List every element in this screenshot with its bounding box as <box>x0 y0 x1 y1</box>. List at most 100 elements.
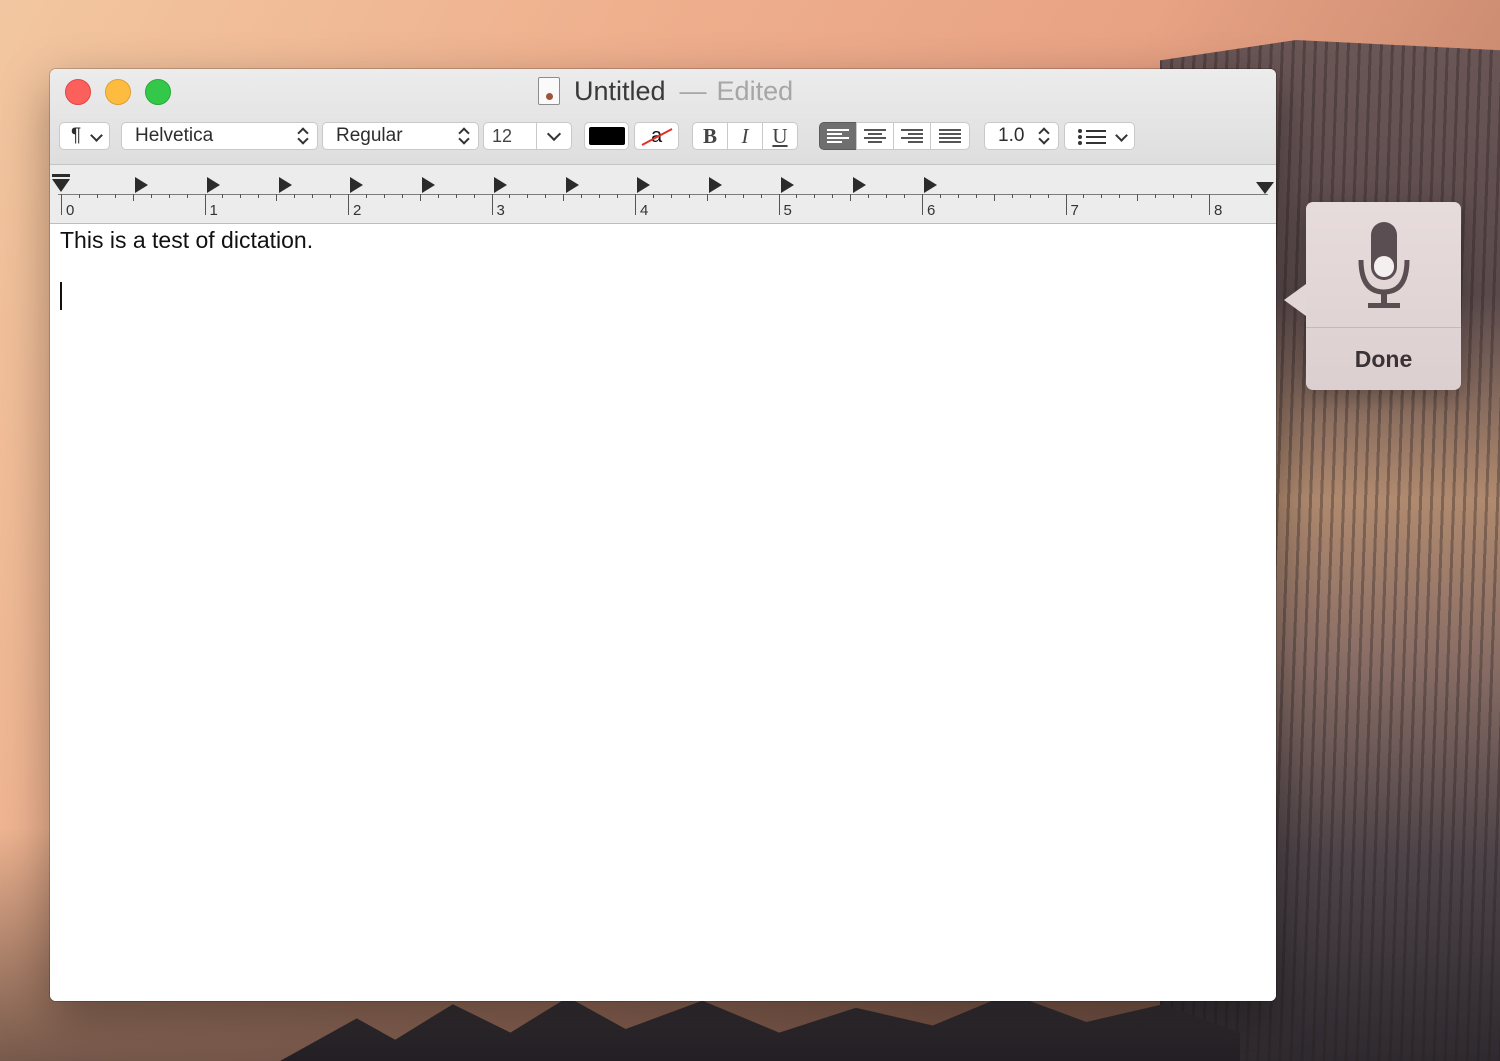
ruler-subtick <box>401 194 403 198</box>
ruler-subtick <box>545 194 547 198</box>
tab-stop-marker[interactable] <box>924 177 938 193</box>
ruler-subtick <box>527 194 529 198</box>
ruler-number: 1 <box>209 202 218 219</box>
highlight-color-button[interactable]: a <box>634 122 679 150</box>
ruler-inch-mark <box>922 194 923 215</box>
ruler-inch-mark <box>635 194 636 215</box>
font-size-input[interactable]: 12 <box>492 126 512 147</box>
no-highlight-slash-icon <box>641 128 673 146</box>
ruler-inch-mark <box>1065 194 1067 215</box>
fullscreen-window-button[interactable] <box>145 79 171 105</box>
ruler-subtick <box>383 194 385 198</box>
ruler-subtick <box>975 194 977 198</box>
ruler-subtick <box>832 194 834 198</box>
stepper-arrows-icon <box>458 127 470 145</box>
bold-button[interactable]: B <box>692 122 728 150</box>
ruler-number: 3 <box>496 202 505 219</box>
text-color-button[interactable] <box>584 122 629 150</box>
line-spacing-select[interactable]: 1.0 <box>984 122 1059 150</box>
tab-stop-marker[interactable] <box>637 177 651 193</box>
underline-button[interactable]: U <box>762 122 798 150</box>
tab-stop-marker[interactable] <box>278 177 292 193</box>
close-window-button[interactable] <box>65 79 91 105</box>
align-center-icon <box>864 128 886 144</box>
paragraph-icon: ¶ <box>71 125 82 146</box>
tab-stop-marker[interactable] <box>852 177 866 193</box>
left-margin-marker[interactable] <box>52 174 70 194</box>
ruler-subtick <box>455 194 457 198</box>
document-title[interactable]: Untitled <box>574 76 666 107</box>
ruler-subtick <box>186 194 188 198</box>
format-toolbar: ¶ Helvetica Regular 12 a B I U 1.0 <box>50 122 1276 152</box>
align-justify-icon <box>939 128 961 144</box>
ruler-subtick <box>796 194 798 198</box>
font-style-select[interactable]: Regular <box>322 122 479 150</box>
ruler-subtick <box>1191 194 1193 198</box>
tab-stop-marker[interactable] <box>780 177 794 193</box>
tab-stop-marker[interactable] <box>493 177 507 193</box>
document-line: This is a test of dictation. <box>60 227 314 253</box>
document-text-area[interactable]: This is a test of dictation. <box>50 224 1276 1001</box>
tab-stop-marker[interactable] <box>422 177 435 193</box>
ruler-subtick <box>670 194 672 198</box>
ruler-subtick <box>1101 194 1103 198</box>
align-right-button[interactable] <box>893 122 931 150</box>
tab-stop-marker[interactable] <box>350 177 364 193</box>
ruler-subtick <box>850 194 852 201</box>
ruler-inch-mark <box>778 194 780 215</box>
ruler[interactable]: 0 1 2 3 4 5 6 7 8 <box>50 165 1276 224</box>
ruler-subtick <box>993 194 995 201</box>
text-cursor <box>60 282 62 310</box>
tab-stop-marker[interactable] <box>135 177 148 193</box>
ruler-subtick <box>581 194 583 198</box>
font-family-select[interactable]: Helvetica <box>121 122 318 150</box>
ruler-subtick <box>904 194 906 198</box>
ruler-subtick <box>132 194 134 201</box>
align-center-button[interactable] <box>856 122 894 150</box>
paragraph-styles-button[interactable]: ¶ <box>59 122 110 150</box>
text-color-swatch <box>588 127 625 145</box>
italic-button[interactable]: I <box>727 122 763 150</box>
tab-stop-marker[interactable] <box>565 177 579 193</box>
ruler-subtick <box>312 194 314 198</box>
ruler-subtick <box>939 194 941 198</box>
combo-divider <box>536 123 537 149</box>
ruler-subtick <box>1083 194 1085 198</box>
align-left-button[interactable] <box>819 122 857 150</box>
ruler-subtick <box>1047 194 1049 198</box>
ruler-number: 5 <box>783 202 792 219</box>
tab-stop-marker[interactable] <box>206 177 220 193</box>
ruler-number: 4 <box>640 202 649 219</box>
ruler-subtick <box>688 194 690 198</box>
ruler-subtick <box>240 194 242 198</box>
chevron-down-icon <box>90 129 103 142</box>
ruler-subtick <box>957 194 959 198</box>
tab-stop-marker[interactable] <box>709 177 722 193</box>
ruler-subtick <box>724 194 726 198</box>
ruler-inch-mark <box>1209 194 1210 215</box>
ruler-subtick <box>276 194 278 201</box>
line-spacing-value: 1.0 <box>998 125 1025 146</box>
chevron-down-icon[interactable] <box>546 126 562 142</box>
right-margin-marker[interactable] <box>1256 182 1274 194</box>
document-edited-status[interactable]: Edited <box>717 76 794 107</box>
document-icon[interactable] <box>538 77 560 105</box>
title-bar: Untitled — Edited ¶ Helvetica Regular 12 <box>50 69 1276 165</box>
ruler-subtick <box>563 194 565 201</box>
ruler-number: 6 <box>927 202 936 219</box>
font-family-value: Helvetica <box>135 125 214 146</box>
stepper-arrows-icon <box>1038 127 1050 145</box>
dictation-done-button[interactable]: Done <box>1306 328 1461 390</box>
minimize-window-button[interactable] <box>105 79 131 105</box>
ruler-subtick <box>473 194 475 198</box>
ruler-inch-mark <box>348 194 349 215</box>
font-size-combo[interactable]: 12 <box>483 122 572 150</box>
ruler-subtick <box>419 194 421 201</box>
ruler-number: 0 <box>66 202 75 219</box>
ruler-subtick <box>1119 194 1121 198</box>
ruler-number: 7 <box>1070 202 1079 219</box>
list-bullets-menu[interactable] <box>1064 122 1135 150</box>
justify-button[interactable] <box>930 122 970 150</box>
stepper-arrows-icon <box>297 127 309 145</box>
ruler-subtick <box>706 194 708 201</box>
